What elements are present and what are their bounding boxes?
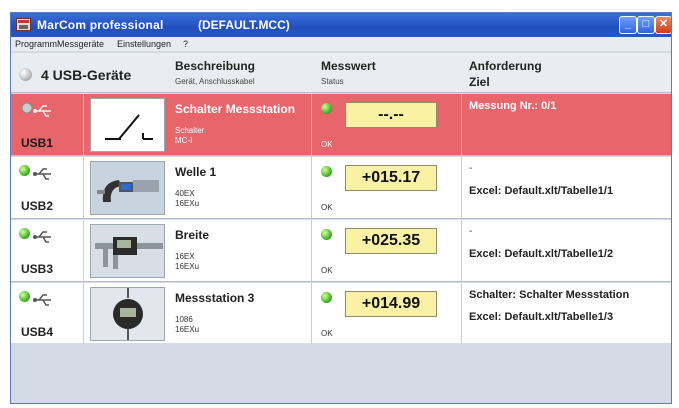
menu-messgeraete[interactable]: Messgeräte [57, 39, 104, 49]
menu-bar: Programm Messgeräte Einstellungen ? [11, 37, 671, 51]
col-target: Ziel [469, 75, 490, 89]
device-cable: 16EXu [175, 325, 200, 334]
col-value-sub: Status [321, 77, 344, 86]
minimize-button[interactable]: _ [619, 16, 637, 34]
device-type: 1086 [175, 315, 193, 324]
caliper-icon [90, 224, 165, 278]
measurement-led-icon [321, 103, 332, 114]
table-header: 4 USB-Geräte Beschreibung Gerät, Anschlu… [11, 53, 671, 93]
window-title: MarCom professional [37, 18, 164, 32]
device-name: Schalter Messstation [175, 102, 296, 116]
device-row[interactable]: USB4 Messstation 3 1086 16EXu +014.99 OK… [11, 283, 671, 345]
usb-icon [33, 168, 51, 180]
device-row[interactable]: USB3 Breite 16EX 16EXu +025.35 OK - Exce… [11, 220, 671, 282]
dial-indicator-icon [90, 287, 165, 341]
col-description: Beschreibung [175, 59, 256, 73]
measurement-led-icon [321, 229, 332, 240]
device-type: 16EX [175, 252, 195, 261]
device-cable: 16EXu [175, 262, 200, 271]
device-name: Breite [175, 228, 210, 242]
measurement-value: --.-- [345, 102, 437, 128]
menu-help[interactable]: ? [183, 39, 188, 49]
request-text: - [469, 163, 473, 174]
window-file: (DEFAULT.MCC) [198, 18, 290, 32]
menu-einstellungen[interactable]: Einstellungen [117, 39, 171, 49]
device-type: 40EX [175, 189, 195, 198]
device-name: Welle 1 [175, 165, 217, 179]
device-cable: 16EXu [175, 199, 200, 208]
title-bar[interactable]: MarCom professional (DEFAULT.MCC) _ □ ✕ [11, 13, 671, 37]
empty-area [11, 343, 671, 403]
switch-icon [90, 98, 165, 152]
target-text: Excel: Default.xlt/Tabelle1/1 [469, 185, 614, 197]
usb-icon [33, 294, 51, 306]
usb-port-label: USB1 [21, 136, 54, 150]
request-text: - [469, 226, 473, 237]
measurement-led-icon [321, 292, 332, 303]
close-button[interactable]: ✕ [655, 16, 671, 34]
device-name: Messstation 3 [175, 291, 255, 305]
micrometer-icon [90, 161, 165, 215]
measurement-value: +025.35 [345, 228, 437, 254]
device-cable: MC-I [175, 136, 193, 145]
col-description-sub: Gerät, Anschlusskabel [175, 77, 255, 86]
col-value: Messwert [321, 59, 376, 73]
measurement-status: OK [321, 140, 333, 149]
usb-port-label: USB2 [21, 199, 54, 213]
usb-port-label: USB3 [21, 262, 54, 276]
measurement-status: OK [321, 266, 333, 275]
measurement-led-icon [321, 166, 332, 177]
device-row[interactable]: USB2 Welle 1 40EX 16EXu +015.17 OK - Exc… [11, 157, 671, 219]
usb-icon [21, 102, 51, 117]
measurement-status: OK [321, 203, 333, 212]
measurement-status: OK [321, 329, 333, 338]
maximize-button[interactable]: □ [637, 16, 655, 34]
target-text: Excel: Default.xlt/Tabelle1/2 [469, 248, 614, 260]
request-text: Messung Nr.: 0/1 [469, 100, 557, 112]
col-request: Anforderung [469, 59, 542, 73]
measurement-value: +015.17 [345, 165, 437, 191]
app-window: MarCom professional (DEFAULT.MCC) _ □ ✕ … [10, 12, 672, 404]
menu-programm[interactable]: Programm [15, 39, 57, 49]
measurement-value: +014.99 [345, 291, 437, 317]
usb-icon [33, 231, 51, 243]
device-row[interactable]: USB1 Schalter Messstation Schalter MC-I … [11, 94, 671, 156]
device-type: Schalter [175, 126, 205, 135]
status-led-icon [19, 68, 32, 81]
request-text: Schalter: Schalter Messstation [469, 289, 630, 301]
app-icon[interactable] [16, 18, 31, 31]
usb-port-label: USB4 [21, 325, 54, 339]
target-text: Excel: Default.xlt/Tabelle1/3 [469, 311, 614, 323]
